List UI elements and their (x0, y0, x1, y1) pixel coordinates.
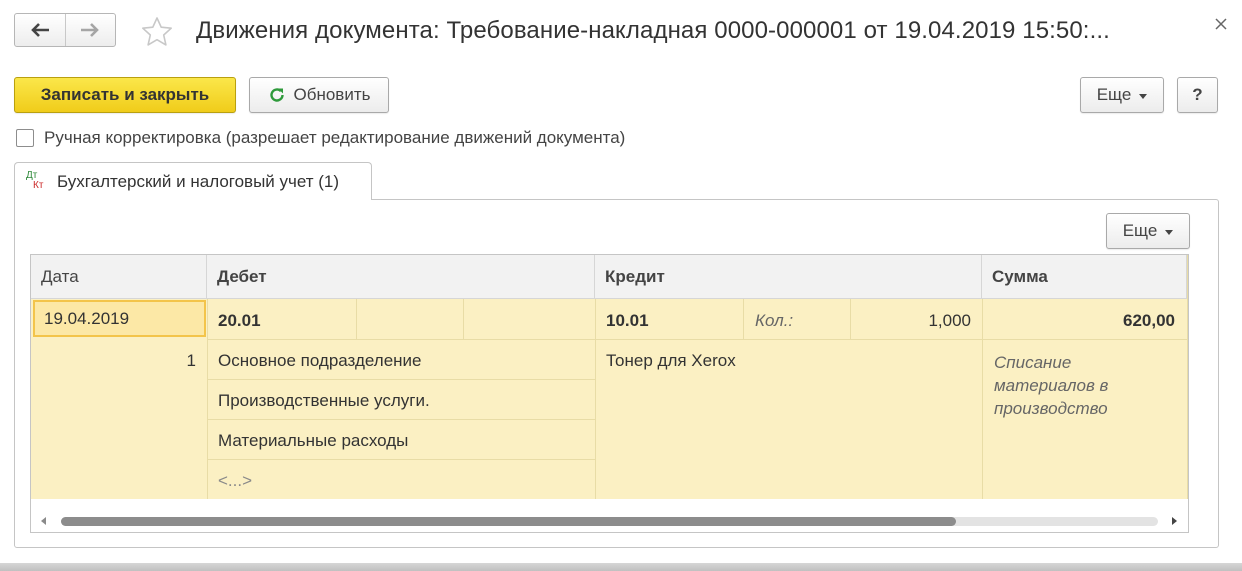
debit-credit-icon: Дт Кт (26, 169, 44, 191)
quantity-value[interactable]: 1,000 (861, 311, 971, 331)
column-header-debit[interactable]: Дебет (207, 255, 595, 299)
content-line-3: производство (994, 399, 1108, 418)
refresh-button[interactable]: Обновить (249, 77, 389, 113)
manual-edit-checkbox[interactable] (16, 129, 34, 147)
column-header-sum[interactable]: Сумма (982, 255, 1187, 299)
grid-more-menu-button[interactable]: Еще (1106, 213, 1190, 249)
grid-more-label: Еще (1122, 221, 1158, 240)
column-header-credit[interactable]: Кредит (595, 255, 982, 299)
column-header-date[interactable]: Дата (31, 255, 207, 299)
debit-subconto-2[interactable]: Производственные услуги. (218, 391, 430, 411)
arrow-right-icon (81, 23, 100, 37)
date-cell[interactable]: 19.04.2019 (33, 300, 206, 337)
scroll-left-icon[interactable] (41, 517, 46, 525)
chevron-down-icon (1165, 229, 1174, 235)
tab-accounting[interactable]: Дт Кт Бухгалтерский и налоговый учет (1) (14, 162, 372, 200)
more-menu-button[interactable]: Еще (1080, 77, 1164, 113)
debit-subconto-4[interactable]: <...> (218, 471, 252, 491)
more-label: Еще (1096, 85, 1132, 104)
help-button[interactable]: ? (1177, 77, 1218, 113)
content-line-2: материалов в (994, 376, 1109, 395)
window-title: Движения документа: Требование-накладная… (196, 17, 1110, 44)
back-button[interactable] (15, 14, 65, 46)
line-number: 1 (186, 351, 196, 370)
posting-content[interactable]: Списание материалов в производство (994, 351, 1108, 420)
postings-table[interactable]: Дата Дебет Кредит Сумма 19.04.2019 20.01… (30, 254, 1189, 533)
forward-button[interactable] (64, 14, 116, 46)
debit-subconto-3[interactable]: Материальные расходы (218, 431, 408, 451)
debit-subconto-1[interactable]: Основное подразделение (218, 351, 422, 371)
navigation-buttons (14, 13, 116, 47)
quantity-label: Кол.: (755, 311, 794, 330)
chevron-down-icon (1139, 93, 1148, 99)
tab-panel: Еще Дата Дебет Кредит Сумма 19.04.2019 2… (14, 199, 1219, 548)
tab-label: Бухгалтерский и налоговый учет (1) (57, 171, 340, 191)
save-and-close-button[interactable]: Записать и закрыть (14, 77, 236, 113)
debit-account[interactable]: 20.01 (218, 311, 261, 331)
arrow-left-icon (30, 23, 49, 37)
scroll-right-icon[interactable] (1172, 517, 1177, 525)
refresh-label: Обновить (293, 85, 371, 104)
scrollbar-thumb[interactable] (61, 517, 956, 526)
credit-subconto-1[interactable]: Тонер для Xerox (606, 351, 736, 371)
favorite-star-icon[interactable] (140, 15, 174, 49)
credit-account[interactable]: 10.01 (606, 311, 649, 331)
close-icon[interactable] (1212, 15, 1230, 33)
window-bottom-border (0, 563, 1242, 571)
content-line-1: Списание (994, 353, 1072, 372)
sum-value[interactable]: 620,00 (991, 311, 1175, 331)
refresh-icon (269, 88, 284, 102)
manual-edit-label[interactable]: Ручная корректировка (разрешает редактир… (44, 128, 625, 148)
